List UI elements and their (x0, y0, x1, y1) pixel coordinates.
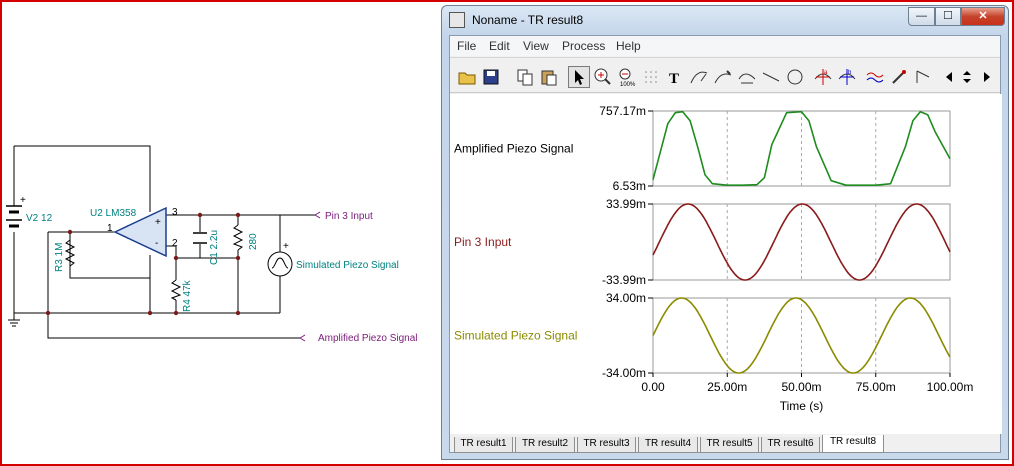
x-tick-label: 50.00m (781, 380, 821, 394)
x-tick-label: 25.00m (707, 380, 747, 394)
result-tabs: TR result1 TR result2 TR result3 TR resu… (454, 435, 994, 453)
menu-edit[interactable]: Edit (489, 39, 510, 53)
r280-label: 280 (248, 233, 259, 250)
plot-area: 757.17m 6.53m Amplified Piezo Signal 33.99m… (450, 94, 1002, 434)
copy-icon[interactable] (514, 66, 536, 88)
tab-tr-result8[interactable]: TR result8 (822, 435, 884, 453)
zoom-100-icon[interactable]: 100% (616, 66, 638, 88)
c1-label: C1 2.2u (209, 230, 220, 265)
cursor-a-icon[interactable]: a (812, 66, 834, 88)
series-label: Amplified Piezo Signal (454, 142, 573, 156)
maximize-button[interactable]: ☐ (935, 7, 961, 26)
r3-label: R3 1M (54, 243, 65, 272)
y-bottom-label: -34.00m (602, 366, 646, 380)
open-icon[interactable] (456, 66, 478, 88)
pin-3-label: 3 (172, 207, 178, 218)
probe-icon[interactable] (888, 66, 910, 88)
title-bar[interactable]: Noname - TR result8 — ☐ ✕ (442, 6, 1008, 34)
r4-label: R4 47k (182, 279, 193, 312)
menu-process[interactable]: Process (562, 39, 605, 53)
paste-icon[interactable] (538, 66, 560, 88)
menu-bar: File Edit View Process Help (450, 36, 1000, 56)
y-top-label: 34.00m (606, 291, 646, 305)
source-plus: + (283, 241, 289, 252)
save-icon[interactable] (480, 66, 502, 88)
capacitor-c1[interactable] (193, 232, 207, 244)
y-top-label: 33.99m (606, 197, 646, 211)
tab-tr-result2[interactable]: TR result2 (515, 437, 575, 453)
resistor-280[interactable] (232, 224, 244, 251)
line-icon[interactable] (760, 66, 782, 88)
probe-amplified[interactable] (299, 334, 306, 342)
updown-icon[interactable] (956, 66, 978, 88)
y-bottom-label: -33.99m (602, 273, 646, 287)
battery-label: V2 12 (26, 213, 53, 224)
opamp-plus: + (155, 217, 161, 228)
tangent-icon[interactable] (736, 66, 758, 88)
tab-tr-result6[interactable]: TR result6 (761, 437, 820, 453)
circle-icon[interactable] (784, 66, 806, 88)
tab-tr-result1[interactable]: TR result1 (454, 437, 513, 453)
series-label: Simulated Piezo Signal (454, 329, 577, 343)
result-window: Noname - TR result8 — ☐ ✕ File Edit View… (441, 5, 1009, 460)
x-tick-label: 100.00m (927, 380, 974, 394)
resistor-r4[interactable] (170, 279, 182, 301)
battery-plus: + (20, 195, 26, 206)
toolbar: 100% T a b (450, 57, 1000, 93)
pointer-icon[interactable] (568, 66, 590, 88)
probe-pin3[interactable] (314, 211, 321, 219)
tab-tr-result3[interactable]: TR result3 (577, 437, 636, 453)
transient-chart: 757.17m 6.53m Amplified Piezo Signal 33.99m… (454, 104, 974, 413)
fft-icon[interactable] (864, 66, 886, 88)
opamp-label: U2 LM358 (90, 208, 137, 219)
source-label: Simulated Piezo Signal (296, 260, 399, 271)
x-tick-label: 0.00 (641, 380, 665, 394)
menu-help[interactable]: Help (616, 39, 641, 53)
opamp-minus: - (155, 238, 158, 249)
zoom-in-icon[interactable] (592, 66, 614, 88)
menu-view[interactable]: View (523, 39, 549, 53)
marker-icon[interactable] (712, 66, 734, 88)
y-top-label: 757.17m (599, 104, 646, 118)
step-icon[interactable] (912, 66, 934, 88)
next-icon[interactable] (976, 66, 998, 88)
app-icon (449, 12, 465, 28)
series-label: Pin 3 Input (454, 235, 512, 249)
x-tick-label: 75.00m (856, 380, 896, 394)
ground-symbol (8, 313, 20, 327)
svg-text:T: T (669, 71, 679, 87)
minimize-button[interactable]: — (908, 7, 935, 26)
cursor-b-icon[interactable]: b (836, 66, 858, 88)
window-client: File Edit View Process Help 100% T a b 7… (449, 35, 1002, 453)
grid-icon[interactable] (640, 66, 662, 88)
tab-tr-result5[interactable]: TR result5 (700, 437, 759, 453)
pin-1-label: 1 (107, 223, 113, 234)
signal-source[interactable] (267, 251, 293, 277)
probe-pin3-label: Pin 3 Input (325, 211, 373, 222)
text-icon[interactable]: T (664, 66, 686, 88)
curve-tool-icon[interactable] (688, 66, 710, 88)
circuit-schematic: + V2 12 U2 LM358 + - 3 1 2 R3 1M R4 47k … (6, 145, 418, 344)
y-bottom-label: 6.53m (613, 179, 646, 193)
window-title: Noname - TR result8 (472, 13, 584, 27)
close-button[interactable]: ✕ (961, 7, 1005, 26)
menu-file[interactable]: File (457, 39, 476, 53)
tab-tr-result4[interactable]: TR result4 (638, 437, 698, 453)
battery-v2[interactable] (6, 205, 22, 228)
svg-text:100%: 100% (620, 82, 636, 87)
pin-2-label: 2 (172, 238, 178, 249)
probe-amplified-label: Amplified Piezo Signal (318, 333, 418, 344)
x-axis-label: Time (s) (780, 399, 824, 413)
